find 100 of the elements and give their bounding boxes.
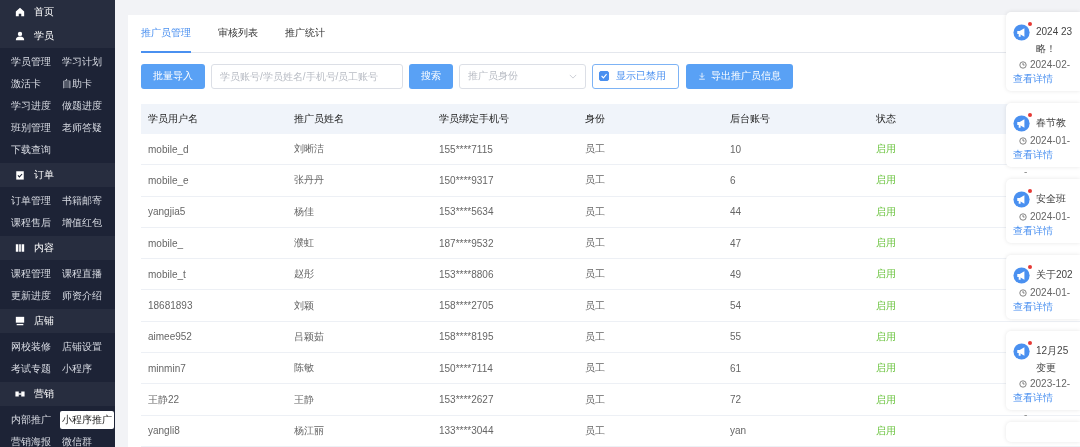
table-cell: 153****8806 xyxy=(439,268,494,280)
status-text: 启用 xyxy=(876,267,896,282)
notification-title: 关于202 xyxy=(1036,267,1073,282)
notification-date: 2024-01- xyxy=(1030,287,1071,298)
notification-title: 12月25 xyxy=(1036,343,1069,358)
table-cell: 61 xyxy=(730,362,742,374)
table-cell: 158****8195 xyxy=(439,331,494,343)
column-header: 身份 xyxy=(585,112,605,126)
table-cell: yan xyxy=(730,425,747,437)
table-cell: 吕颖茹 xyxy=(294,329,324,344)
marketing-icon xyxy=(15,389,25,399)
sidebar-item[interactable]: 网校装修 xyxy=(11,336,51,358)
sidebar-item[interactable]: 做题进度 xyxy=(62,95,102,117)
megaphone-icon xyxy=(1013,265,1032,284)
sidebar-item[interactable]: 内部推广 xyxy=(11,409,51,431)
sidebar-item[interactable]: 课程直播 xyxy=(62,263,102,285)
status-text: 启用 xyxy=(876,236,896,251)
sidebar-item[interactable]: 老师答疑 xyxy=(62,117,102,139)
status-text: 启用 xyxy=(876,423,896,438)
table-cell: 员工 xyxy=(585,329,605,344)
clock-icon xyxy=(1019,379,1027,388)
table-cell: 153****2627 xyxy=(439,394,494,405)
notification-date: 2024-02- xyxy=(1030,59,1071,70)
sidebar-section[interactable]: 内容 xyxy=(0,236,115,260)
sidebar-item[interactable]: 学习计划 xyxy=(62,51,102,73)
download-icon xyxy=(698,72,706,80)
sidebar-item[interactable]: 课程售后 xyxy=(11,212,51,234)
sidebar-item[interactable]: 小程序推广 xyxy=(60,411,114,429)
megaphone-icon xyxy=(1013,189,1032,208)
sidebar-section[interactable]: 店铺 xyxy=(0,309,115,333)
notification-title: 变更 xyxy=(1035,361,1056,375)
sidebar-item[interactable]: 增值红包 xyxy=(62,212,102,234)
table-cell: 陈敏 xyxy=(294,361,314,376)
sidebar-item[interactable]: 书籍邮寄 xyxy=(62,190,102,212)
table-cell: 10 xyxy=(730,143,742,155)
table-cell: 158****2705 xyxy=(439,300,494,312)
table-cell: 54 xyxy=(730,300,742,312)
notification-date: 2024-01- xyxy=(1030,135,1071,146)
sidebar-item[interactable]: 小程序 xyxy=(62,358,92,380)
notification-date: 2024-01- xyxy=(1030,211,1071,222)
table-cell: 刘晰洁 xyxy=(294,142,324,157)
table-cell: mobile_d xyxy=(148,143,189,155)
megaphone-icon xyxy=(1013,341,1032,360)
table-cell: minmin7 xyxy=(148,362,186,374)
column-header: 状态 xyxy=(876,112,896,126)
table-cell: 6 xyxy=(730,174,736,186)
table-cell: 赵彤 xyxy=(294,267,314,282)
sidebar-item[interactable]: 自助卡 xyxy=(62,73,92,95)
clock-icon xyxy=(1019,288,1027,297)
table-cell: 员工 xyxy=(585,267,605,282)
dash-text: - xyxy=(1024,409,1028,420)
table-cell: 濮虹 xyxy=(294,236,314,251)
table-cell: 55 xyxy=(730,331,742,343)
search-field[interactable]: 学员账号/学员姓名/手机号/员工账号 xyxy=(211,63,403,89)
home-icon xyxy=(15,7,25,17)
monitor-icon xyxy=(15,316,25,326)
sidebar-item[interactable]: 班别管理 xyxy=(11,117,51,139)
status-text: 启用 xyxy=(876,204,896,219)
table-cell: 员工 xyxy=(585,173,605,188)
sidebar-item[interactable]: 营销海报 xyxy=(11,431,51,447)
sidebar-item[interactable]: 店铺设置 xyxy=(62,336,102,358)
sidebar-section[interactable]: 学员 xyxy=(0,24,115,48)
checkbox[interactable] xyxy=(599,71,609,81)
sidebar-section[interactable]: 订单 xyxy=(0,163,115,187)
sidebar-item[interactable]: 激活卡 xyxy=(11,73,41,95)
sidebar-section[interactable]: 营销 xyxy=(0,382,115,406)
sidebar-item[interactable]: 更新进度 xyxy=(11,285,51,307)
caret-icon xyxy=(569,73,577,79)
tab[interactable]: 审核列表 xyxy=(218,26,258,53)
table-cell: 张丹丹 xyxy=(294,173,324,188)
sidebar-section[interactable]: 首页 xyxy=(0,0,115,24)
tab[interactable]: 推广统计 xyxy=(285,26,325,53)
table-cell: mobile_t xyxy=(148,268,186,280)
sidebar-item[interactable]: 微信群 xyxy=(62,431,92,447)
table-cell: 员工 xyxy=(585,298,605,313)
sidebar-item[interactable]: 下载查询 xyxy=(11,139,51,161)
table-cell: mobile_e xyxy=(148,174,189,186)
sidebar-item[interactable]: 学员管理 xyxy=(11,51,51,73)
sidebar-item[interactable]: 师资介绍 xyxy=(62,285,102,307)
megaphone-icon xyxy=(1013,22,1032,41)
notification-title: 2024 23 xyxy=(1036,26,1073,37)
sidebar-item[interactable]: 考试专题 xyxy=(11,358,51,380)
sidebar-item[interactable]: 学习进度 xyxy=(11,95,51,117)
status-text: 启用 xyxy=(876,392,896,407)
table-cell: 员工 xyxy=(585,423,605,438)
table-cell: 150****7114 xyxy=(439,362,493,374)
sidebar-item[interactable]: 订单管理 xyxy=(11,190,51,212)
column-header: 学员绑定手机号 xyxy=(439,112,509,126)
table-cell: mobile_ xyxy=(148,237,184,249)
notification-date: 2023-12- xyxy=(1030,378,1071,389)
clipboard-icon xyxy=(15,170,25,180)
table-cell: 王静22 xyxy=(148,392,180,407)
table-cell: yangjia5 xyxy=(148,206,186,218)
notification-title: 安全班 xyxy=(1036,191,1066,206)
sidebar-item[interactable]: 课程管理 xyxy=(11,263,51,285)
table-cell: 员工 xyxy=(585,236,605,251)
table-cell: 王静 xyxy=(294,392,314,407)
dash-text: - xyxy=(1024,166,1028,177)
table-cell: 44 xyxy=(730,206,742,218)
status-text: 启用 xyxy=(876,298,896,313)
